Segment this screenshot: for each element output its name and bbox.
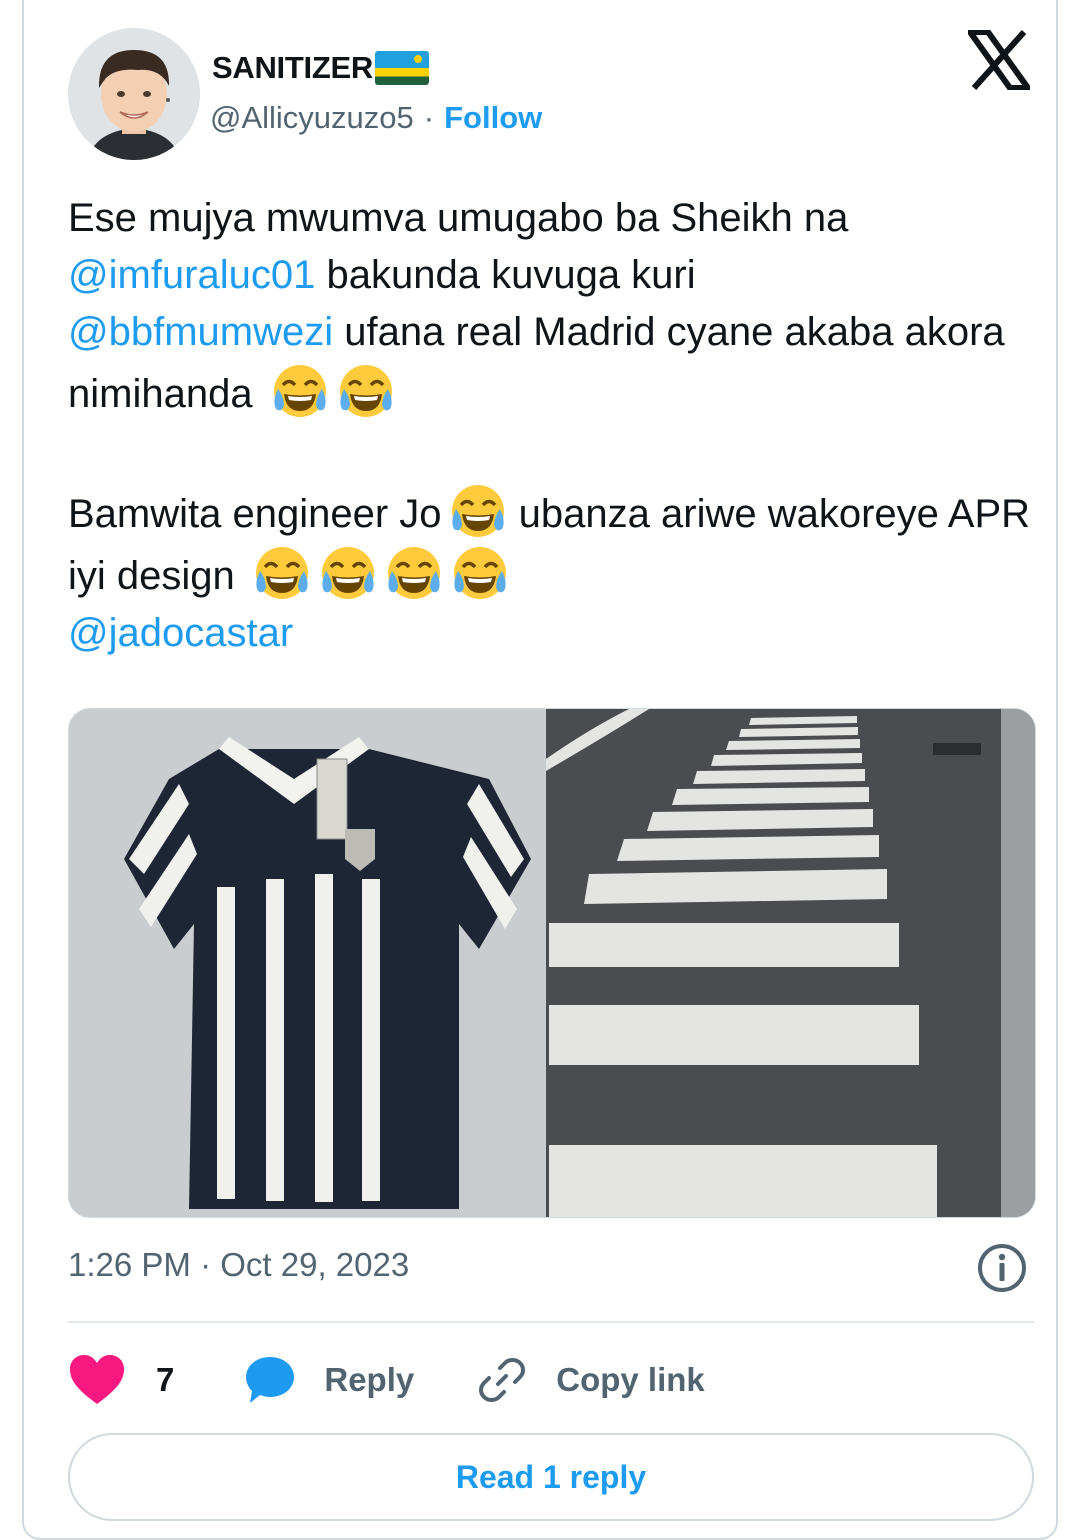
- face-with-tears-of-joy-icon: [384, 543, 444, 603]
- face-with-tears-of-joy-icon: [448, 481, 508, 541]
- like-count: 7: [156, 1361, 175, 1398]
- face-with-tears-of-joy-icon: [252, 543, 312, 603]
- copy-link-label: Copy link: [556, 1361, 705, 1398]
- tweet-media[interactable]: [68, 708, 1036, 1218]
- author-name[interactable]: SANITIZER: [212, 50, 373, 86]
- rwanda-flag-icon: [374, 51, 429, 85]
- tweet-actions: 7 Reply Copy link: [68, 1348, 705, 1412]
- read-replies-label: Read 1 reply: [455, 1458, 647, 1495]
- divider: [68, 1321, 1034, 1323]
- tweet-text: Ese mujya mwumva umugabo ba Sheikh na @i…: [68, 190, 1048, 662]
- jersey-photo[interactable]: [69, 709, 546, 1217]
- reply-bubble-icon: [246, 1357, 295, 1403]
- copy-link-button[interactable]: Copy link: [478, 1356, 705, 1404]
- mention-bbfmumwezi[interactable]: @bbfmumwezi: [68, 310, 333, 354]
- author-avatar[interactable]: [68, 28, 200, 160]
- face-with-tears-of-joy-icon: [318, 543, 378, 603]
- author-name-row[interactable]: SANITIZER: [212, 50, 429, 86]
- tweet-date: Oct 29, 2023: [220, 1246, 410, 1283]
- heart-icon: [70, 1355, 124, 1404]
- tweet-paragraph-1: Ese mujya mwumva umugabo ba Sheikh na @i…: [68, 190, 1048, 423]
- read-replies-button[interactable]: Read 1 reply: [68, 1433, 1034, 1521]
- follow-button[interactable]: Follow: [444, 100, 542, 136]
- separator-dot: ·: [200, 1246, 212, 1283]
- mention-imfuraluc01[interactable]: @imfuraluc01: [68, 253, 315, 297]
- author-handle[interactable]: @Allicyuzuzo5: [210, 100, 414, 136]
- link-icon: [479, 1358, 526, 1402]
- reply-button[interactable]: Reply: [244, 1355, 414, 1405]
- x-logo-icon[interactable]: [964, 29, 1034, 91]
- avatar-illustration: [68, 28, 200, 160]
- face-with-tears-of-joy-icon: [450, 543, 510, 603]
- crosswalk-photo[interactable]: [546, 709, 1035, 1217]
- tweet-text-segment: bakunda kuvuga kuri: [315, 253, 696, 297]
- tweet-paragraph-2: Bamwita engineer Jo ubanza ariwe wakorey…: [68, 481, 1048, 662]
- author-handle-row: @Allicyuzuzo5 · Follow: [210, 100, 542, 136]
- separator-dot: ·: [423, 100, 435, 135]
- tweet-text-segment: Bamwita engineer Jo: [68, 492, 442, 536]
- reply-label: Reply: [324, 1361, 415, 1398]
- tweet-text-segment: Ese mujya mwumva umugabo ba Sheikh na: [68, 196, 849, 240]
- face-with-tears-of-joy-icon: [270, 361, 330, 421]
- info-icon[interactable]: [976, 1242, 1028, 1294]
- mention-jadocastar[interactable]: @jadocastar: [68, 611, 293, 655]
- tweet-time: 1:26 PM: [68, 1246, 191, 1283]
- media-images: [69, 709, 1035, 1217]
- tweet-timestamp[interactable]: 1:26 PM · Oct 29, 2023: [68, 1246, 409, 1284]
- like-button[interactable]: 7: [68, 1354, 174, 1406]
- face-with-tears-of-joy-icon: [336, 361, 396, 421]
